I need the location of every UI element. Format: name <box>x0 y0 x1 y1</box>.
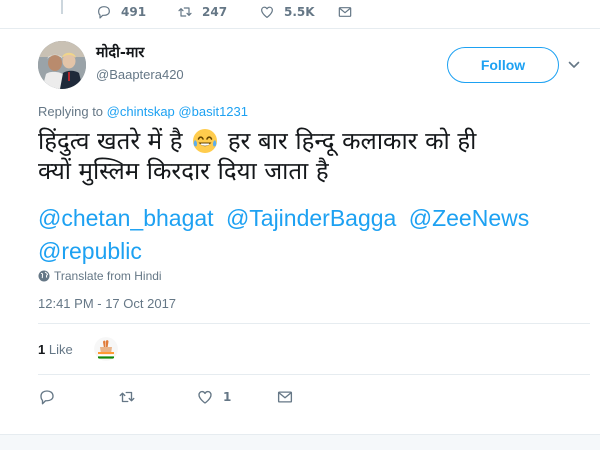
replying-to-label: Replying to <box>38 104 104 119</box>
stats-divider-bottom <box>38 374 590 375</box>
replying-mention[interactable]: @chintskap <box>107 104 175 119</box>
like-button[interactable]: 1 <box>196 388 276 406</box>
page-footer-bar <box>0 434 600 450</box>
reply-icon <box>40 390 54 405</box>
tweet-divider <box>0 28 600 29</box>
follow-button[interactable]: Follow <box>447 47 559 83</box>
user-avatar[interactable] <box>38 41 86 89</box>
tweet-line-2: क्यों मुस्लिम किरदार दिया जाता है <box>38 157 329 185</box>
envelope-icon <box>338 7 352 17</box>
direct-message-action[interactable] <box>337 4 362 20</box>
reply-button[interactable] <box>38 388 118 406</box>
likes-count: 1 <box>38 342 46 357</box>
reply-icon <box>98 6 110 19</box>
retweet-count: 247 <box>202 5 228 19</box>
reply-action[interactable]: 491 <box>96 4 177 20</box>
globe-icon <box>38 270 50 282</box>
retweet-action[interactable]: 247 <box>177 4 259 20</box>
translate-label: Translate from Hindi <box>54 269 162 283</box>
face-with-tears-of-joy-icon <box>193 129 218 153</box>
user-display-name[interactable]: मोदी-मार <box>96 42 144 62</box>
liker-avatar[interactable] <box>94 337 118 361</box>
direct-message-button[interactable] <box>276 388 294 406</box>
liker-avatar-image <box>94 337 118 361</box>
retweet-icon <box>119 391 135 403</box>
replying-mention[interactable]: @basit1231 <box>178 104 248 119</box>
tweet-text-segment: हिंदुत्व खतरे में है <box>38 127 183 155</box>
tweet-mentions: @chetan_bhagat @TajinderBagga @ZeeNews @… <box>38 202 598 268</box>
retweet-button[interactable] <box>118 388 196 406</box>
envelope-icon <box>277 391 293 403</box>
heart-icon <box>198 390 212 404</box>
translate-tweet[interactable]: Translate from Hindi <box>38 269 162 283</box>
mention-link[interactable]: @republic <box>38 238 142 264</box>
thread-connector-line <box>61 0 63 14</box>
like-count: 1 <box>223 390 232 404</box>
like-action[interactable]: 5.5K <box>259 4 337 20</box>
mention-link[interactable]: @chetan_bhagat <box>38 205 214 231</box>
mention-link[interactable]: @ZeeNews <box>409 205 530 231</box>
tweet-timestamp[interactable]: 12:41 PM - 17 Oct 2017 <box>38 296 176 311</box>
retweet-icon <box>178 7 192 17</box>
tweet-text-segment: हर बार हिन्दू कलाकार को ही <box>227 127 477 155</box>
stats-divider-top <box>38 323 590 324</box>
tweet-text: हिंदुत्व खतरे में है हर बार हिन्दू कलाका… <box>38 126 578 186</box>
chevron-down-icon[interactable] <box>567 58 581 72</box>
avatar-image <box>38 41 86 89</box>
heart-icon <box>261 6 273 18</box>
likes-label: Like <box>48 342 73 357</box>
like-count: 5.5K <box>284 5 315 19</box>
tweet-actions: 1 <box>38 388 294 406</box>
previous-tweet-actions: 491 247 5.5K <box>96 4 362 20</box>
reply-count: 491 <box>121 5 147 19</box>
tweet-line-1: हिंदुत्व खतरे में है हर बार हिन्दू कलाका… <box>38 126 578 156</box>
likes-stat[interactable]: 1 Like <box>38 342 73 357</box>
user-handle[interactable]: @Baaptera420 <box>96 67 184 82</box>
replying-to: Replying to @chintskap @basit1231 <box>38 104 248 119</box>
mention-link[interactable]: @TajinderBagga <box>226 205 396 231</box>
